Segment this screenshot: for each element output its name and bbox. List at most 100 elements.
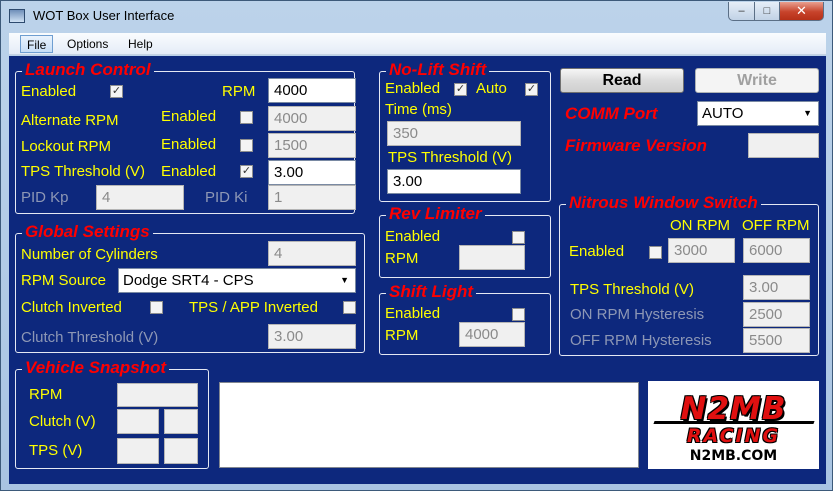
firmware-version-label: Firmware Version [565,136,708,155]
pid-kp-label: PID Kp [21,189,69,206]
launch-control-title: Launch Control [22,61,154,79]
menu-help[interactable]: Help [122,35,159,53]
snapshot-clutch-value [117,409,159,434]
nitrous-off-rpm-header: OFF RPM [742,217,810,234]
shift-light-enabled-label: Enabled [385,305,441,322]
nitrous-tps-input[interactable]: 3.00 [743,275,810,300]
lockout-rpm-label: Lockout RPM [21,138,112,155]
alternate-rpm-enabled-checkbox[interactable] [240,111,253,124]
nitrous-on-hysteresis-input[interactable]: 2500 [743,302,810,327]
comm-port-value: AUTO [702,105,744,122]
write-button[interactable]: Write [695,68,819,93]
snapshot-tps-label: TPS (V) [29,442,83,459]
alternate-rpm-enabled-label: Enabled [161,108,217,125]
global-settings-title: Global Settings [22,223,153,241]
pid-ki-label: PID Ki [205,189,248,206]
launch-enabled-checkbox[interactable]: ✓ [110,85,123,98]
comm-port-label: COMM Port [565,104,658,123]
lockout-enabled-checkbox[interactable] [240,139,253,152]
rev-limiter-enabled-checkbox[interactable] [512,231,525,244]
comm-port-select[interactable]: AUTO ▼ [697,101,819,126]
title-bar[interactable]: WOT Box User Interface – □ ✕ [1,1,832,31]
close-button[interactable]: ✕ [779,2,824,21]
tps-app-inverted-label: TPS / APP Inverted [189,299,318,316]
launch-rpm-input[interactable]: 4000 [268,78,356,103]
vehicle-snapshot-title: Vehicle Snapshot [22,359,170,377]
nitrous-off-hysteresis-input[interactable]: 5500 [743,328,810,353]
rev-limiter-enabled-label: Enabled [385,228,441,245]
launch-rpm-label: RPM [222,83,256,100]
alternate-rpm-input[interactable]: 4000 [268,106,356,131]
chevron-down-icon: ▼ [803,108,812,118]
clutch-threshold-label: Clutch Threshold (V) [21,329,159,346]
clutch-inverted-checkbox[interactable] [150,301,163,314]
n2mb-racing-logo: N2MB RACING N2MB.COM [648,381,819,469]
logo-url: N2MB.COM [689,448,778,464]
snapshot-rpm-value [117,383,198,407]
nolift-auto-label: Auto [476,80,507,97]
rpm-source-value: Dodge SRT4 - CPS [123,272,254,289]
snapshot-clutch-label: Clutch (V) [29,413,96,430]
nitrous-enabled-label: Enabled [569,243,625,260]
snapshot-rpm-label: RPM [29,386,63,403]
pid-ki-input[interactable]: 1 [268,185,356,210]
nitrous-on-rpm-input[interactable]: 3000 [668,238,735,263]
snapshot-clutch-bar [164,409,198,434]
nitrous-on-hysteresis-label: ON RPM Hysteresis [570,306,705,323]
rev-limiter-rpm-input[interactable] [459,245,525,270]
launch-enabled-label: Enabled [21,83,77,100]
menu-options[interactable]: Options [61,35,114,53]
nolift-auto-checkbox[interactable]: ✓ [525,83,538,96]
snapshot-tps-bar [164,438,198,464]
lockout-enabled-label: Enabled [161,136,217,153]
read-button[interactable]: Read [560,68,684,93]
nitrous-window-switch-title: Nitrous Window Switch [566,194,761,212]
rev-limiter-rpm-label: RPM [385,250,419,267]
num-cylinders-input[interactable]: 4 [268,241,356,266]
client-area: Launch Control Enabled ✓ RPM 4000 Altern… [9,56,826,484]
rev-limiter-title: Rev Limiter [386,205,485,223]
tps-app-inverted-checkbox[interactable] [343,301,356,314]
main-window: WOT Box User Interface – □ ✕ File Option… [0,0,833,491]
launch-tps-threshold-label: TPS Threshold (V) [21,163,145,180]
shift-light-rpm-input[interactable]: 4000 [459,322,525,347]
nitrous-off-rpm-input[interactable]: 6000 [743,238,810,263]
launch-tps-input[interactable]: 3.00 [268,160,356,185]
no-lift-shift-title: No-Lift Shift [386,61,490,79]
launch-tps-enabled-label: Enabled [161,163,217,180]
nolift-tps-label: TPS Threshold (V) [388,149,512,166]
nitrous-off-hysteresis-label: OFF RPM Hysteresis [570,332,712,349]
nolift-time-label: Time (ms) [385,101,452,118]
menu-bar: File Options Help [9,33,826,55]
nolift-tps-input[interactable]: 3.00 [387,169,521,194]
nitrous-tps-label: TPS Threshold (V) [570,281,694,298]
app-icon [9,9,25,23]
shift-light-enabled-checkbox[interactable] [512,308,525,321]
clutch-inverted-label: Clutch Inverted [21,299,122,316]
nolift-time-input[interactable]: 350 [387,121,521,146]
launch-tps-enabled-checkbox[interactable]: ✓ [240,165,253,178]
chevron-down-icon: ▼ [340,275,349,285]
nitrous-on-rpm-header: ON RPM [670,217,730,234]
clutch-threshold-input[interactable]: 3.00 [268,324,356,349]
nolift-enabled-label: Enabled [385,80,441,97]
logo-racing: RACING [686,425,781,447]
snapshot-tps-value [117,438,159,464]
window-title: WOT Box User Interface [33,8,175,23]
alternate-rpm-label: Alternate RPM [21,112,119,129]
menu-file[interactable]: File [20,35,54,53]
firmware-version-value [748,133,819,158]
pid-kp-input[interactable]: 4 [96,185,184,210]
shift-light-rpm-label: RPM [385,327,419,344]
minimize-button[interactable]: – [728,2,755,21]
lockout-rpm-input[interactable]: 1500 [268,133,356,158]
log-output[interactable] [219,382,639,468]
nolift-enabled-checkbox[interactable]: ✓ [454,83,467,96]
num-cylinders-label: Number of Cylinders [21,246,158,263]
nitrous-enabled-checkbox[interactable] [649,246,662,259]
rpm-source-select[interactable]: Dodge SRT4 - CPS ▼ [118,268,356,293]
shift-light-title: Shift Light [386,283,477,301]
logo-swoosh [653,421,815,424]
rpm-source-label: RPM Source [21,272,107,289]
maximize-button[interactable]: □ [754,2,780,21]
